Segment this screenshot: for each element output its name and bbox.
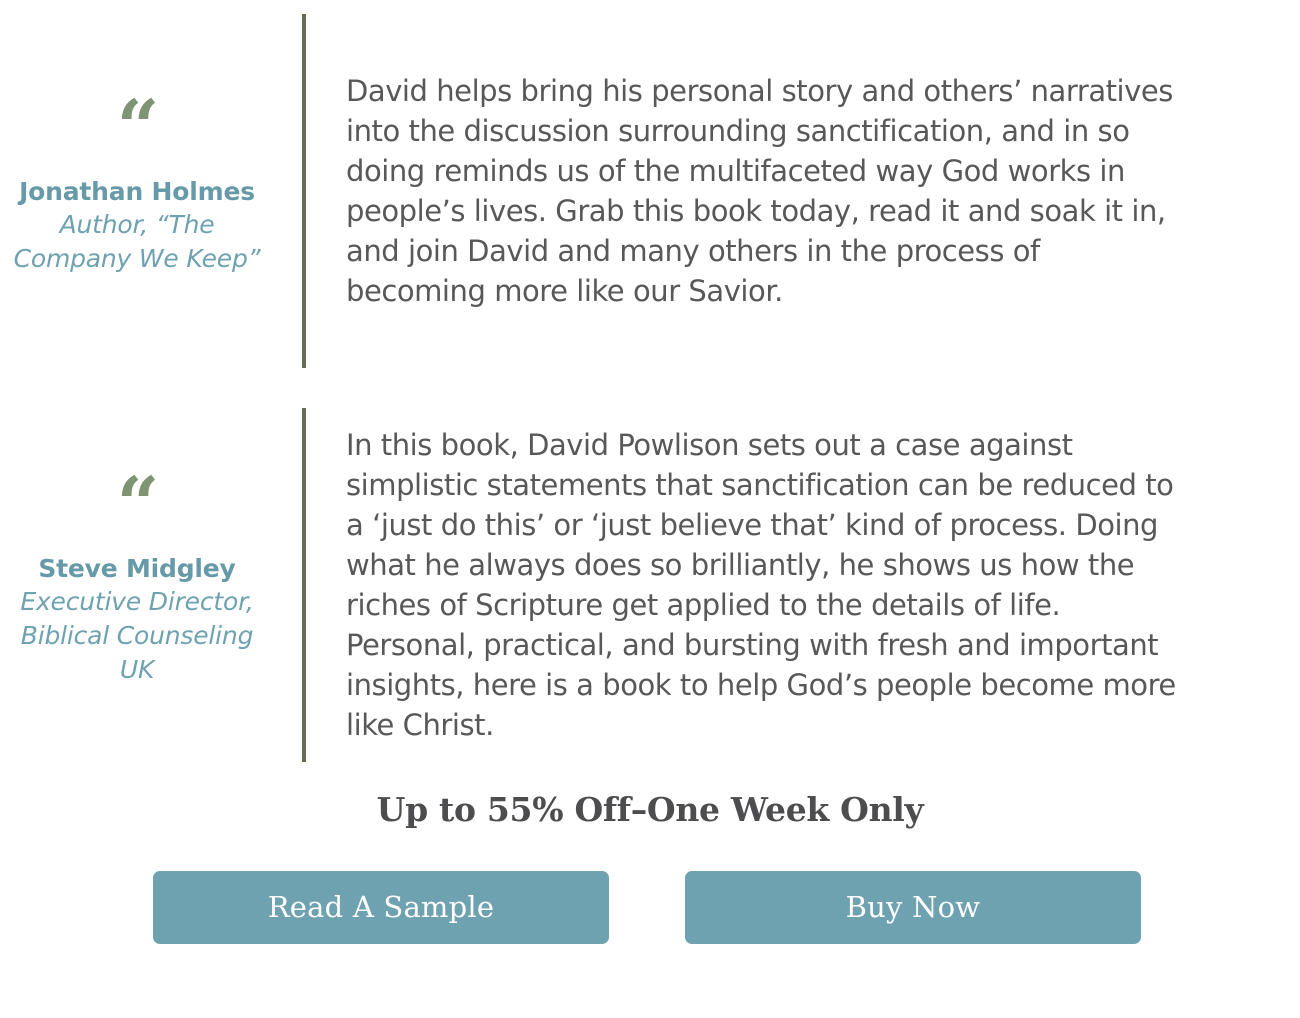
promo-headline: Up to 55% Off–One Week Only <box>376 790 924 829</box>
promo-page: “ Jonathan Holmes Author, “The Company W… <box>0 0 1300 1018</box>
quote-mark-icon: “ <box>116 85 160 172</box>
buy-now-button[interactable]: Buy Now <box>685 871 1141 944</box>
read-a-sample-button[interactable]: Read A Sample <box>153 871 609 944</box>
endorser-title: Executive Director, Biblical Counseling … <box>20 586 254 684</box>
testimonial-steve-midgley: “ Steve Midgley Executive Director, Bibl… <box>0 408 1180 762</box>
endorser-title: Author, “The Company We Keep” <box>13 209 261 273</box>
endorser-name: Steve Midgley <box>38 553 236 583</box>
cta-button-row: Read A Sample Buy Now <box>153 871 1141 944</box>
testimonial-quote-text: In this book, David Powlison sets out a … <box>346 427 1176 743</box>
endorser-attribution: “ Jonathan Holmes Author, “The Company W… <box>0 14 302 368</box>
endorser-name: Jonathan Holmes <box>19 176 255 206</box>
testimonial-jonathan-holmes: “ Jonathan Holmes Author, “The Company W… <box>0 14 1180 368</box>
endorser-attribution: “ Steve Midgley Executive Director, Bibl… <box>0 408 302 762</box>
testimonial-quote-text: David helps bring his personal story and… <box>346 73 1173 309</box>
quote-mark-icon: “ <box>116 462 160 549</box>
